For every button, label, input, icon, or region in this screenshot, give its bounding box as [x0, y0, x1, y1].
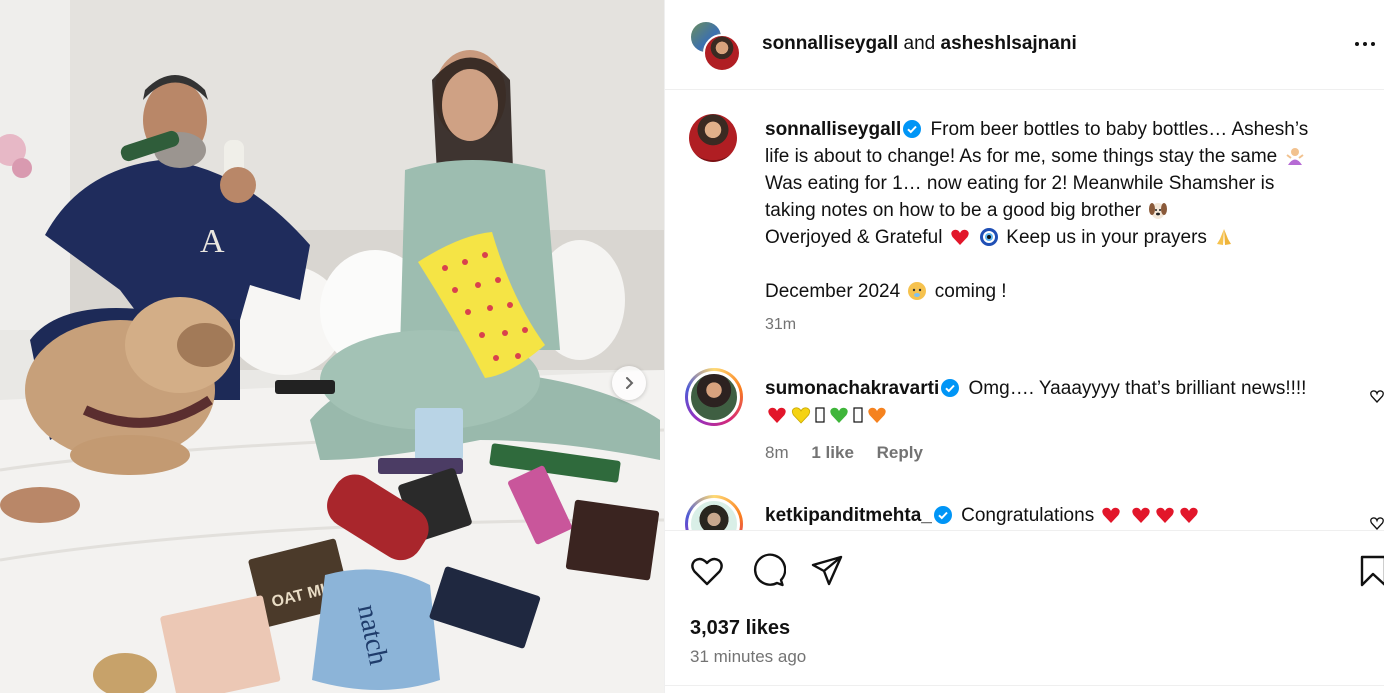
green-heart-emoji-icon [830, 407, 848, 423]
red-heart-emoji-icon [768, 407, 786, 423]
comment-username-link[interactable]: ketkipanditmehta_ [765, 505, 932, 526]
orange-heart-emoji-icon [868, 407, 886, 423]
more-icon [1355, 42, 1359, 46]
comment-likes-link[interactable]: 1 like [811, 443, 854, 462]
evil-eye-emoji-icon [979, 228, 998, 246]
share-icon[interactable] [809, 553, 845, 589]
caption-username-link[interactable]: sonnalliseygall [765, 119, 901, 140]
comment: ketkipanditmehta_ Congratulations [765, 502, 1365, 529]
collab-authors: sonnalliseygall and asheshlsajnani [762, 33, 1077, 55]
baby-emoji-icon [908, 282, 927, 300]
red-heart-emoji-icon [1180, 507, 1198, 523]
collab-avatars[interactable] [689, 20, 741, 72]
post-photo: A OAT MILK natch [0, 0, 664, 693]
yellow-heart-emoji-icon [791, 407, 811, 424]
coauthor-username-link[interactable]: asheshlsajnani [941, 33, 1077, 54]
caption-line: Was eating for 1… now eating for 2! Mean… [765, 173, 1275, 194]
post-details-panel: sonnalliseygall and asheshlsajnani sonna… [664, 0, 1384, 693]
post-timestamp[interactable]: 31 minutes ago [690, 647, 806, 667]
post-actions: 3,037 likes 31 minutes ago [665, 530, 1384, 690]
joiner-text: and [903, 33, 936, 54]
comment-timestamp[interactable]: 8m [765, 443, 789, 462]
verified-badge-icon [903, 120, 922, 138]
author-username-link[interactable]: sonnalliseygall [762, 33, 898, 54]
caption-line: Keep us in your prayers [1006, 227, 1207, 248]
red-heart-emoji-icon [1156, 507, 1174, 523]
divider [665, 685, 1384, 693]
caption-line: life is about to change! As for me, some… [765, 146, 1278, 167]
comment-username-link[interactable]: sumonachakravarti [765, 378, 939, 399]
next-arrow-icon [626, 377, 634, 389]
comment-emoji-row [765, 402, 1365, 429]
caption-timestamp[interactable]: 31m [765, 316, 796, 334]
missing-glyph-icon [815, 407, 825, 423]
verified-badge-icon [933, 506, 952, 524]
comment-text: Omg…. Yaaayyyy that’s brilliant news!!!! [968, 378, 1307, 399]
dog-face-emoji-icon [1149, 203, 1168, 219]
caption-line: From beer bottles to baby bottles… Ashes… [930, 119, 1309, 140]
caption-line: Overjoyed & Grateful [765, 227, 943, 248]
comment-text: Congratulations [961, 505, 1095, 526]
caption-line: December 2024 [765, 281, 901, 302]
save-icon[interactable] [1359, 553, 1384, 589]
post-header: sonnalliseygall and asheshlsajnani [665, 0, 1384, 90]
post-caption: sonnalliseygall From beer bottles to bab… [765, 116, 1375, 305]
photo-illustration: A OAT MILK natch [0, 0, 664, 693]
avatar[interactable] [685, 368, 743, 426]
red-heart-emoji-icon [1132, 507, 1150, 523]
comment-meta: 8m 1 like Reply [765, 443, 941, 463]
caption-line: taking notes on how to be a good big bro… [765, 200, 1142, 221]
svg-text:A: A [200, 223, 225, 260]
comment-icon[interactable] [750, 553, 786, 589]
folded-hands-emoji-icon [1217, 229, 1232, 245]
comment: sumonachakravarti Omg…. Yaaayyyy that’s … [765, 375, 1365, 429]
like-icon[interactable] [689, 553, 725, 589]
more-options-button[interactable] [1355, 32, 1384, 56]
red-heart-emoji-icon [951, 229, 969, 245]
avatar[interactable] [689, 114, 737, 162]
reply-button[interactable]: Reply [877, 443, 923, 462]
comment-like-icon[interactable] [1370, 388, 1384, 404]
verified-badge-icon [941, 379, 960, 397]
caption-line: coming ! [934, 281, 1007, 302]
avatar[interactable] [703, 34, 741, 72]
likes-count-link[interactable]: 3,037 likes [690, 617, 790, 640]
missing-glyph-icon [853, 407, 863, 423]
person-shrugging-emoji-icon [1285, 148, 1304, 165]
red-heart-emoji-icon [1102, 507, 1121, 523]
next-slide-button[interactable] [612, 366, 646, 400]
comment-like-icon[interactable] [1370, 515, 1384, 531]
